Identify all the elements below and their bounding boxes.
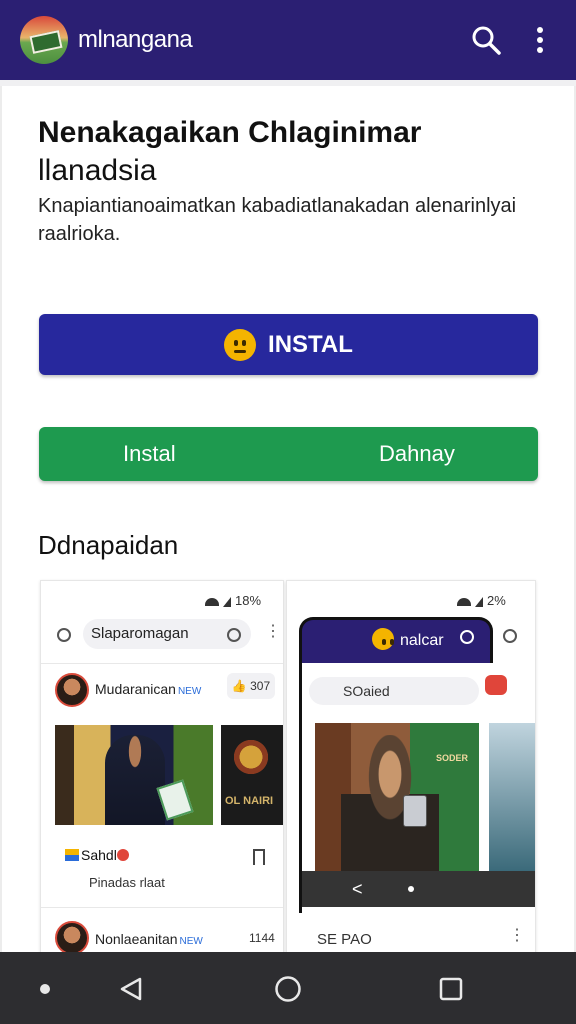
app-logo-icon[interactable] — [20, 16, 68, 64]
page-title: Nenakagaikan Chlaginimar llanadsia — [38, 114, 538, 190]
status-bar: 18% — [205, 593, 261, 608]
avatar[interactable] — [55, 673, 89, 707]
back-icon[interactable] — [118, 976, 144, 1002]
post-footer: SE PAO — [317, 931, 372, 948]
post-photo[interactable] — [55, 725, 213, 825]
app-title: mlnangana — [78, 26, 193, 53]
search-icon[interactable] — [503, 629, 517, 643]
search-input[interactable]: SOaied — [309, 677, 479, 705]
screenshots-section-title: Ddnapaidan — [38, 530, 179, 560]
flag-icon — [65, 849, 79, 861]
post-meta: 1144 — [249, 931, 275, 945]
app-bar: mlnangana — [0, 0, 576, 80]
sign-text: SODER — [427, 733, 477, 789]
divider — [41, 907, 283, 908]
post-username-text: Nonlaeanitan — [95, 931, 178, 947]
divider — [41, 663, 283, 664]
bookmark-icon[interactable] — [253, 849, 266, 869]
post-photo[interactable]: SODER — [315, 723, 479, 871]
new-tag: NEW — [177, 686, 202, 697]
post-photo-secondary[interactable] — [489, 723, 535, 871]
phone-app-title: nalcar — [400, 632, 444, 649]
post-subcaption: Pinadas rlaat — [89, 875, 165, 890]
post-username: Mudaranican NEW — [95, 681, 201, 697]
system-nav-bar — [0, 952, 576, 1024]
home-dot-icon[interactable] — [408, 886, 414, 892]
post-caption: Sahdl — [65, 847, 129, 863]
status-bar: 2% — [457, 593, 506, 608]
battery-text: 2% — [487, 593, 506, 608]
wifi-icon — [205, 597, 219, 606]
avatar[interactable] — [55, 921, 89, 953]
search-icon[interactable] — [470, 24, 502, 56]
like-button[interactable]: 👍 307 — [227, 673, 275, 699]
record-icon — [460, 630, 474, 644]
search-input[interactable]: Slaparomagan — [83, 619, 251, 649]
post-username-text: Mudaranican — [95, 681, 176, 697]
page-title-line1: Nenakagaikan Chlaginimar — [38, 116, 422, 149]
battery-text: 18% — [235, 593, 262, 608]
search-icon[interactable] — [57, 628, 71, 642]
install-button-label: INSTAL — [268, 330, 353, 358]
install-secondary-label[interactable]: Instal — [123, 441, 176, 467]
post-caption-text: Sahdl — [81, 847, 117, 863]
download-label[interactable]: Dahnay — [379, 441, 455, 467]
phone-nav-bar: < — [302, 871, 535, 907]
back-icon[interactable]: < — [352, 879, 363, 900]
page-description: Knapiantianoaimatkan kabadiatlanakadan a… — [38, 195, 517, 245]
signal-icon — [223, 596, 231, 607]
wifi-icon — [457, 597, 471, 606]
post-username: Nonlaeanitan NEW — [95, 931, 203, 947]
emblem-icon — [231, 737, 271, 777]
screenshot-preview-1[interactable]: 18% Slaparomagan ⋮ Mudaranican NEW 👍 307 … — [40, 580, 284, 954]
post-photo-secondary[interactable]: OL NAIRI — [221, 725, 283, 825]
photo-caption-text: OL NAIRI — [225, 795, 274, 807]
more-vert-icon[interactable] — [528, 24, 552, 56]
signal-icon — [475, 596, 483, 607]
install-button[interactable]: INSTAL — [39, 314, 538, 375]
nav-dot-icon[interactable] — [40, 984, 50, 994]
smiley-emoji-icon — [224, 328, 257, 361]
like-count: 307 — [250, 679, 271, 693]
new-tag: NEW — [179, 936, 203, 947]
screenshot-preview-2[interactable]: 2% nalcar SOaied SODER < SE PAO ⋮ — [286, 580, 536, 954]
more-vert-icon[interactable]: ⋮ — [509, 928, 525, 944]
more-vert-icon[interactable]: ⋮ — [265, 624, 281, 640]
install-download-button[interactable]: Instal Dahnay — [39, 427, 538, 481]
search-icon[interactable] — [227, 628, 241, 642]
notification-icon[interactable] — [485, 675, 507, 695]
page-title-line2: llanadsia — [38, 154, 157, 187]
home-icon[interactable] — [274, 975, 302, 1003]
emoji-icon — [116, 849, 129, 861]
recents-icon[interactable] — [438, 976, 464, 1002]
smiley-emoji-icon — [372, 628, 394, 650]
phone-app-bar: nalcar — [299, 617, 493, 666]
